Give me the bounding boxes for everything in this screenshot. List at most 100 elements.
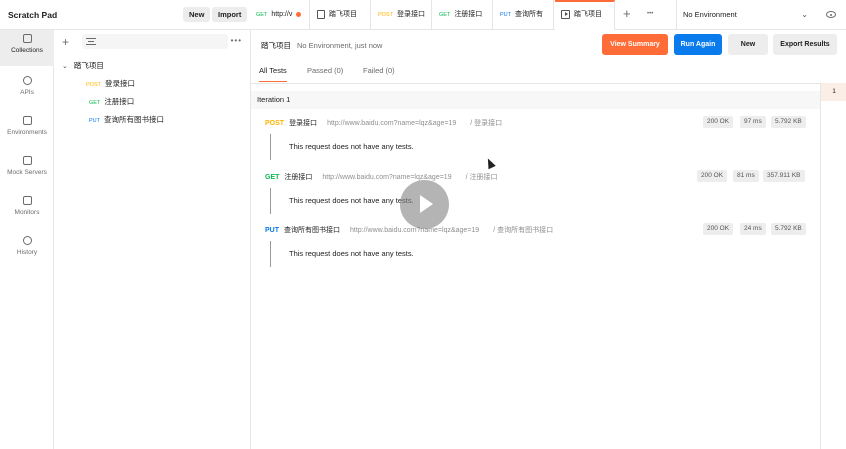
apis-icon bbox=[22, 76, 32, 85]
rail-item-monitors[interactable]: Monitors bbox=[0, 192, 54, 228]
view-summary-button[interactable]: View Summary bbox=[602, 34, 668, 55]
add-tab-icon[interactable]: + bbox=[623, 6, 631, 21]
request-method: POST bbox=[265, 120, 285, 127]
divider bbox=[251, 83, 820, 84]
tab-label: 查询所有 bbox=[515, 11, 543, 18]
runner-subtitle: No Environment, just now bbox=[297, 41, 383, 50]
left-rail: Collections APIs Environments Mock Serve… bbox=[0, 30, 54, 449]
unsaved-dot-icon bbox=[296, 11, 302, 17]
tab-runner[interactable]: 踏飞项目 bbox=[555, 0, 615, 30]
rail-item-collections[interactable]: Collections bbox=[0, 30, 54, 66]
no-tests-message: This request does not have any tests. bbox=[270, 134, 570, 160]
result-row[interactable]: PUT 查询所有图书接口 http://www.baidu.com?name=lqz… bbox=[265, 223, 810, 235]
request-item[interactable]: PUT 查询所有图书接口 bbox=[89, 114, 164, 125]
monitors-icon bbox=[22, 196, 32, 205]
search-input[interactable] bbox=[82, 34, 228, 49]
import-button[interactable]: Import bbox=[212, 7, 248, 22]
request-url: http://www.baidu.com?name=lqz&age=19 bbox=[327, 120, 457, 127]
rail-item-mock-servers[interactable]: Mock Servers bbox=[0, 152, 54, 188]
environment-select[interactable]: No Environment ⌄ bbox=[676, 0, 816, 30]
tab-method: GET bbox=[439, 12, 451, 18]
request-name: 注册接口 bbox=[104, 97, 135, 106]
tab-label: 踏飞项目 bbox=[574, 11, 602, 18]
collection-name: 踏飞项目 bbox=[73, 61, 104, 70]
request-name: 登录接口 bbox=[289, 120, 318, 127]
tab-get-register[interactable]: GET 注册接口 bbox=[433, 0, 493, 30]
time-badge: 97 ms bbox=[740, 116, 766, 128]
tab-post-request[interactable]: POST 登录接口 bbox=[372, 0, 432, 30]
result-row[interactable]: GET 注册接口 http://www.baidu.com?name=lqz&age… bbox=[265, 170, 810, 182]
play-icon[interactable] bbox=[400, 180, 449, 229]
request-method: POST bbox=[86, 82, 101, 88]
more-icon[interactable]: ••• bbox=[231, 36, 242, 45]
rail-label: Mock Servers bbox=[7, 169, 47, 176]
runner-icon bbox=[561, 9, 570, 19]
tab-get-request[interactable]: GET http://v bbox=[250, 0, 310, 30]
size-badge: 5.792 KB bbox=[771, 116, 806, 128]
request-path: / 登录接口 bbox=[470, 120, 503, 127]
collections-sidebar: + ••• ⌄ 踏飞项目 POST 登录接口 GET 注册接口 PUT 查询所有图书接口 bbox=[54, 30, 251, 449]
add-collection-icon[interactable]: + bbox=[62, 35, 69, 49]
status-badge: 200 OK bbox=[697, 170, 728, 182]
rail-label: History bbox=[16, 249, 38, 256]
size-badge: 5.792 KB bbox=[771, 223, 806, 235]
environments-icon bbox=[22, 116, 32, 125]
tab-label: http://v bbox=[271, 11, 293, 18]
top-bar: Scratch Pad New Import GET http://v 踏飞项目 … bbox=[0, 0, 846, 30]
collections-icon bbox=[22, 34, 32, 43]
time-badge: 24 ms bbox=[740, 223, 766, 235]
tab-passed[interactable]: Passed (0) bbox=[307, 66, 343, 75]
new-button[interactable]: New bbox=[183, 7, 211, 22]
request-path: / 查询所有图书接口 bbox=[493, 227, 554, 234]
no-tests-message: This request does not have any tests. bbox=[270, 241, 570, 267]
tab-label: 登录接口 bbox=[396, 11, 425, 18]
time-badge: 81 ms bbox=[733, 170, 759, 182]
environment-quick-look-icon[interactable] bbox=[826, 11, 836, 18]
rail-item-history[interactable]: History bbox=[0, 232, 54, 268]
status-badge: 200 OK bbox=[703, 116, 734, 128]
request-url: http://www.baidu.com?name=lqz&age=19 bbox=[350, 227, 480, 234]
request-item[interactable]: GET 注册接口 bbox=[89, 96, 134, 107]
tab-collection[interactable]: 踏飞项目 bbox=[311, 0, 371, 30]
export-results-button[interactable]: Export Results bbox=[773, 34, 837, 55]
request-path: / 注册接口 bbox=[465, 174, 498, 181]
new-run-button[interactable]: New bbox=[728, 34, 768, 55]
tab-put-request[interactable]: PUT 查询所有 bbox=[494, 0, 554, 30]
result-row[interactable]: POST 登录接口 http://www.baidu.com?name=lqz&ag… bbox=[265, 116, 810, 128]
rail-item-apis[interactable]: APIs bbox=[0, 72, 54, 108]
request-name: 查询所有图书接口 bbox=[104, 115, 164, 124]
request-method: GET bbox=[265, 174, 280, 181]
environment-label: No Environment bbox=[683, 10, 737, 19]
request-name: 注册接口 bbox=[284, 174, 313, 181]
request-item[interactable]: POST 登录接口 bbox=[86, 78, 135, 89]
request-method: PUT bbox=[89, 118, 100, 124]
status-badge: 200 OK bbox=[703, 223, 734, 235]
rail-item-environments[interactable]: Environments bbox=[0, 112, 54, 148]
tab-method: GET bbox=[256, 12, 268, 18]
size-badge: 357.911 KB bbox=[763, 170, 805, 182]
collection-item[interactable]: ⌄ 踏飞项目 bbox=[62, 60, 104, 71]
tab-method: PUT bbox=[500, 12, 511, 18]
collection-icon bbox=[317, 9, 325, 19]
run-again-button[interactable]: Run Again bbox=[674, 34, 722, 55]
iteration-scroller[interactable]: 1 bbox=[820, 83, 846, 449]
tab-more-icon[interactable]: ••• bbox=[647, 11, 653, 17]
runner-header: 踏飞项目 No Environment, just now bbox=[261, 40, 382, 51]
rail-label: APIs bbox=[20, 89, 34, 96]
runner-panel: 踏飞项目 No Environment, just now View Summar… bbox=[251, 30, 846, 449]
tab-all-tests[interactable]: All Tests bbox=[259, 66, 287, 82]
request-method: PUT bbox=[265, 227, 279, 234]
request-name: 登录接口 bbox=[104, 79, 135, 88]
rail-label: Monitors bbox=[14, 209, 40, 216]
request-url: http://www.baidu.com?name=lqz&age=19 bbox=[322, 174, 452, 181]
iteration-number[interactable]: 1 bbox=[821, 83, 846, 101]
tab-method: POST bbox=[378, 12, 393, 18]
rail-label: Environments bbox=[7, 129, 47, 136]
tab-label: 注册接口 bbox=[454, 11, 483, 18]
tab-failed[interactable]: Failed (0) bbox=[363, 66, 395, 75]
filter-icon bbox=[86, 38, 96, 45]
chevron-down-icon: ⌄ bbox=[62, 63, 68, 70]
request-method: GET bbox=[89, 100, 101, 106]
iteration-header: Iteration 1 bbox=[251, 91, 820, 109]
workspace-title[interactable]: Scratch Pad bbox=[8, 10, 57, 20]
